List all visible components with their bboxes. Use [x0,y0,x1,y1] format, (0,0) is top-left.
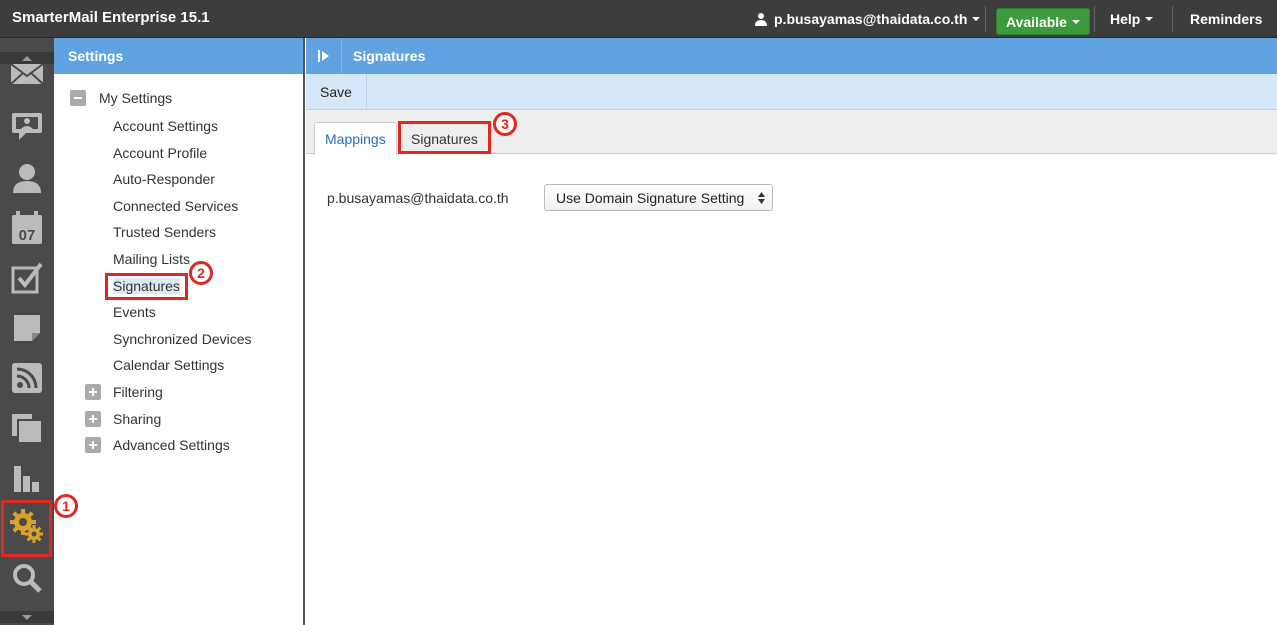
chat-icon [12,113,42,140]
status-label: Available [1006,13,1067,30]
highlight-signatures-item [105,273,188,300]
collapse-icon[interactable] [70,90,86,106]
expand-icon[interactable] [85,384,101,400]
reports-nav[interactable] [0,456,54,500]
tree-account-settings[interactable]: Account Settings [113,118,218,134]
tree-my-settings[interactable]: My Settings [99,90,172,106]
contacts-icon [13,164,41,193]
help-menu[interactable]: Help [1110,0,1154,38]
select-arrows-icon [758,192,765,204]
collapse-left-icon [317,50,329,62]
user-email: p.busayamas@thaidata.co.th [774,11,968,27]
settings-panel-header: Settings [54,38,303,74]
reports-icon [14,466,39,492]
highlight-settings [1,500,52,557]
expand-icon[interactable] [85,411,101,427]
step-badge-1: 1 [54,494,78,518]
user-icon [755,13,767,26]
app-title: SmarterMail Enterprise 15.1 [12,9,210,26]
tasks-nav[interactable] [0,256,54,300]
main-header: Signatures [306,38,1277,74]
step-badge-3: 3 [493,112,517,136]
tasks-icon [11,262,43,294]
user-menu[interactable]: p.busayamas@thaidata.co.th [754,0,981,38]
tree-advanced-settings[interactable]: Advanced Settings [113,437,230,453]
notes-icon [14,315,40,341]
status-button[interactable]: Available [996,8,1090,35]
signature-mapping-value: Use Domain Signature Setting [556,189,745,206]
tree-mailing-lists[interactable]: Mailing Lists [113,251,190,267]
rss-nav[interactable] [0,356,54,400]
chevron-down-icon [1071,19,1080,24]
tree-connected-services[interactable]: Connected Services [113,198,238,214]
page-title: Signatures [353,48,426,64]
divider [985,6,986,32]
chevron-down-icon [1145,17,1154,21]
divider [1094,6,1095,32]
mail-icon [10,63,44,85]
signature-mapping-select[interactable]: Use Domain Signature Setting [544,184,773,211]
tree-calendar-settings[interactable]: Calendar Settings [113,357,224,373]
tree-account-profile[interactable]: Account Profile [113,145,207,161]
tree-trusted-senders[interactable]: Trusted Senders [113,224,216,240]
save-button[interactable]: Save [306,74,367,109]
mapping-email-label: p.busayamas@thaidata.co.th [327,190,509,206]
tree-sharing[interactable]: Sharing [113,411,161,427]
scroll-down-button[interactable] [0,611,54,623]
highlight-signatures-tab [398,121,491,154]
tree-auto-responder[interactable]: Auto-Responder [113,171,215,187]
expand-icon[interactable] [85,437,101,453]
tree-filtering[interactable]: Filtering [113,384,163,400]
mail-nav[interactable] [0,56,54,90]
tab-mappings[interactable]: Mappings [314,122,397,155]
reminders-label: Reminders [1190,11,1263,27]
divider [1172,6,1173,32]
toolbar: Save [306,74,1277,110]
chat-nav[interactable] [0,104,54,148]
search-icon [13,564,42,593]
top-bar: SmarterMail Enterprise 15.1 p.busayamas@… [0,0,1277,38]
tree-events[interactable]: Events [113,304,156,320]
chevron-down-icon [22,614,32,620]
search-nav[interactable] [0,556,54,600]
notes-nav[interactable] [0,306,54,350]
settings-panel: Settings My Settings Account Settings Ac… [54,38,305,625]
files-nav[interactable] [0,406,54,450]
contacts-nav[interactable] [0,156,54,200]
help-label: Help [1110,11,1141,27]
calendar-nav[interactable]: 07 [0,206,54,250]
chevron-down-icon [972,17,981,21]
tree-synchronized-devices[interactable]: Synchronized Devices [113,331,252,347]
calendar-icon: 07 [12,211,42,244]
settings-panel-title: Settings [68,48,124,64]
collapse-panel-button[interactable] [306,38,342,74]
reminders-button[interactable]: Reminders [1190,0,1262,38]
rss-icon [12,363,42,393]
calendar-day-text: 07 [19,227,36,244]
files-icon [12,414,41,442]
step-badge-2: 2 [189,261,213,285]
